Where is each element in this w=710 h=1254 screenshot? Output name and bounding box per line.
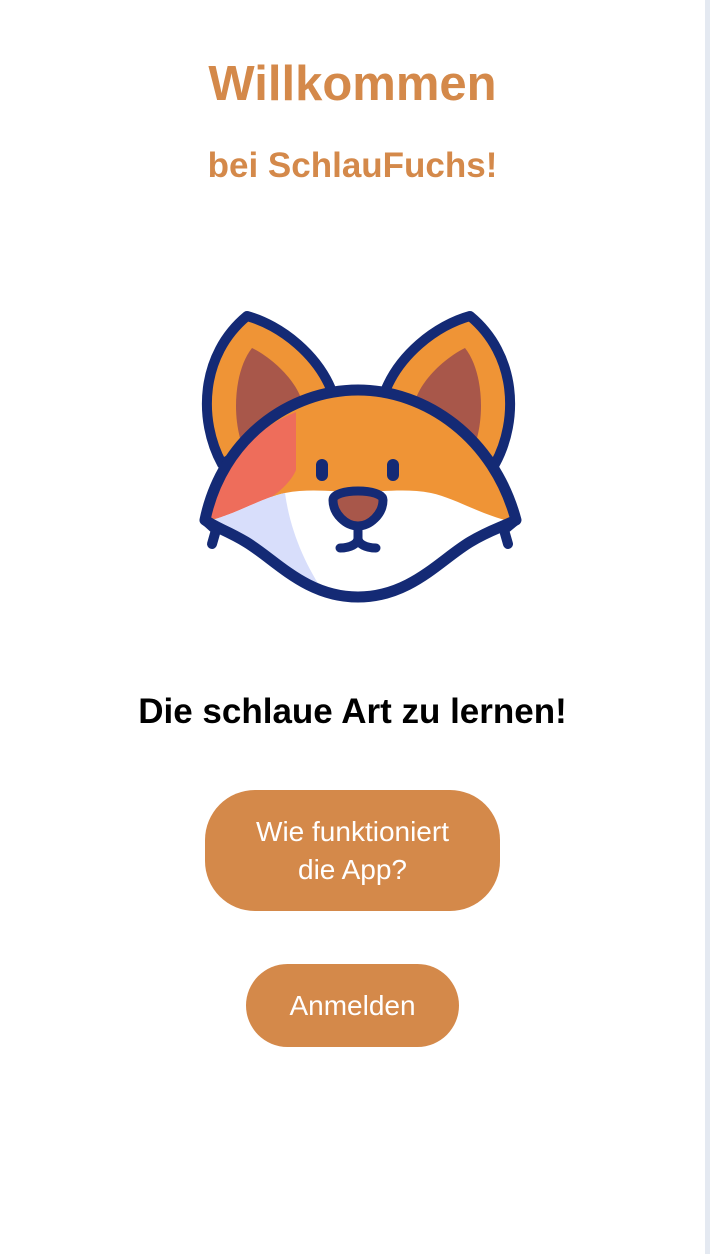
fox-left-eye [316, 459, 328, 481]
how-it-works-label-line2: die App? [298, 853, 407, 885]
fox-head-icon [199, 311, 522, 603]
how-it-works-label-line1: Wie funktioniert [256, 815, 449, 847]
window-edge [705, 0, 710, 1254]
login-button[interactable]: Anmelden [246, 964, 459, 1047]
fox-right-tuft [499, 515, 521, 549]
how-it-works-button[interactable]: Wie funktioniert die App? [205, 790, 500, 911]
fox-left-tuft [200, 515, 221, 549]
fox-nose [328, 486, 388, 531]
tagline: Die schlaue Art zu lernen! [138, 692, 567, 731]
welcome-subtitle: bei SchlauFuchs! [207, 146, 498, 185]
fox-right-eye [387, 459, 399, 481]
welcome-title: Willkommen [208, 57, 497, 111]
